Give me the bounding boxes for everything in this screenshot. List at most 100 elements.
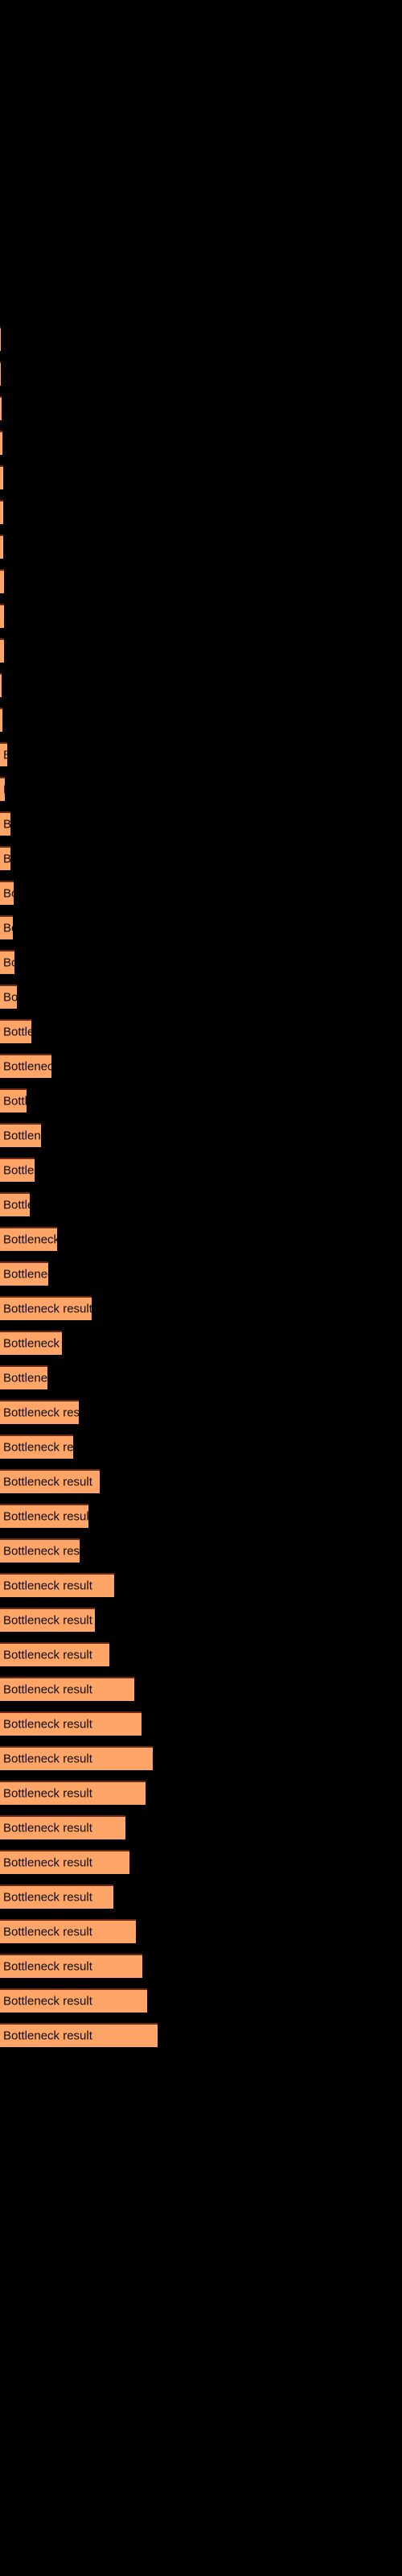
bar: Bottleneck result bbox=[0, 1365, 47, 1389]
bar-label: Bottleneck result bbox=[3, 1613, 92, 1628]
bar-label: Bottleneck result bbox=[3, 1302, 92, 1316]
bar-label: Bottleneck result bbox=[3, 1267, 48, 1282]
bar-label: Bottleneck result bbox=[3, 1371, 47, 1385]
bar-label: Bottleneck result bbox=[3, 819, 10, 831]
bar-row: Bottleneck result bbox=[0, 1435, 402, 1459]
bar: Bottleneck result bbox=[0, 638, 4, 663]
bar: Bottleneck result bbox=[0, 604, 4, 628]
bar-row: Bottleneck result bbox=[0, 1019, 402, 1043]
bar-label: Bottleneck result bbox=[3, 1890, 92, 1905]
bar-label: Bottleneck result bbox=[3, 1440, 73, 1455]
bar-row: Bottleneck result bbox=[0, 708, 402, 732]
bar: Bottleneck result bbox=[0, 1781, 146, 1805]
bar: Bottleneck result bbox=[0, 1573, 114, 1597]
bar-label: Bottleneck result bbox=[3, 611, 4, 623]
bar: Bottleneck result bbox=[0, 1988, 147, 2013]
bar: Bottleneck result bbox=[0, 535, 3, 559]
bar: Bottleneck result bbox=[0, 327, 1, 351]
bar: Bottleneck result bbox=[0, 742, 7, 766]
bar-row: Bottleneck result bbox=[0, 1746, 402, 1770]
bar-label: Bottleneck result bbox=[3, 1509, 88, 1524]
bar: Bottleneck result bbox=[0, 1123, 41, 1147]
bar-row: Bottleneck result bbox=[0, 985, 402, 1009]
bar-label: Bottleneck result bbox=[3, 990, 17, 1005]
bar-row: Bottleneck result bbox=[0, 881, 402, 905]
bar: Bottleneck result bbox=[0, 1642, 109, 1666]
bar-label: Bottleneck result bbox=[3, 886, 14, 901]
bar-label: Bottleneck result bbox=[3, 646, 4, 658]
bar: Bottleneck result bbox=[0, 1885, 113, 1909]
bar: Bottleneck result bbox=[0, 431, 2, 455]
bar-row: Bottleneck result bbox=[0, 1781, 402, 1805]
bar: Bottleneck result bbox=[0, 846, 10, 870]
bar-label: Bottleneck result bbox=[3, 1821, 92, 1835]
bar-label: Bottleneck result bbox=[3, 576, 4, 588]
bar: Bottleneck result bbox=[0, 1158, 35, 1182]
bar-row: Bottleneck result bbox=[0, 1573, 402, 1597]
bar-row: Bottleneck result bbox=[0, 1365, 402, 1389]
bar-label: Bottleneck result bbox=[3, 1856, 92, 1870]
bar: Bottleneck result bbox=[0, 1400, 79, 1424]
bar-row: Bottleneck result bbox=[0, 1296, 402, 1320]
bar-label: Bottleneck result bbox=[3, 853, 10, 865]
bar: Bottleneck result bbox=[0, 1538, 80, 1563]
bar: Bottleneck result bbox=[0, 1711, 142, 1736]
bar-row: Bottleneck result bbox=[0, 569, 402, 593]
bar-label: Bottleneck result bbox=[3, 1752, 92, 1766]
bar: Bottleneck result bbox=[0, 777, 5, 801]
bar: Bottleneck result bbox=[0, 1435, 73, 1459]
bar-row: Bottleneck result bbox=[0, 1711, 402, 1736]
bar-row: Bottleneck result bbox=[0, 327, 402, 351]
bar: Bottleneck result bbox=[0, 950, 14, 974]
bar: Bottleneck result bbox=[0, 1919, 136, 1943]
bar: Bottleneck result bbox=[0, 396, 2, 420]
bar-row: Bottleneck result bbox=[0, 1158, 402, 1182]
bar: Bottleneck result bbox=[0, 1192, 30, 1216]
bar: Bottleneck result bbox=[0, 2023, 158, 2047]
bar-row: Bottleneck result bbox=[0, 1088, 402, 1113]
bar: Bottleneck result bbox=[0, 1677, 134, 1701]
bar: Bottleneck result bbox=[0, 361, 1, 386]
bar-row: Bottleneck result bbox=[0, 1469, 402, 1493]
bar: Bottleneck result bbox=[0, 465, 3, 489]
bar: Bottleneck result bbox=[0, 1261, 48, 1286]
bar-row: Bottleneck result bbox=[0, 1885, 402, 1909]
bar: Bottleneck result bbox=[0, 1019, 31, 1043]
bar: Bottleneck result bbox=[0, 1954, 142, 1978]
bar-row: Bottleneck result bbox=[0, 1123, 402, 1147]
bar-row: Bottleneck result bbox=[0, 1608, 402, 1632]
bar-label: Bottleneck result bbox=[3, 1406, 79, 1420]
bar: Bottleneck result bbox=[0, 673, 2, 697]
bar-label: Bottleneck result bbox=[3, 1959, 92, 1974]
bar-row: Bottleneck result bbox=[0, 1954, 402, 1978]
bar-label: Bottleneck result bbox=[3, 1232, 57, 1247]
bar: Bottleneck result bbox=[0, 1227, 57, 1251]
bar: Bottleneck result bbox=[0, 1331, 62, 1355]
bar: Bottleneck result bbox=[0, 881, 14, 905]
bar-row: Bottleneck result bbox=[0, 396, 402, 420]
bar-row: Bottleneck result bbox=[0, 673, 402, 697]
bar: Bottleneck result bbox=[0, 708, 2, 732]
bar-label: Bottleneck result bbox=[3, 1994, 92, 2008]
bar: Bottleneck result bbox=[0, 1504, 88, 1528]
bar-row: Bottleneck result bbox=[0, 915, 402, 939]
bar-row: Bottleneck result bbox=[0, 1192, 402, 1216]
bar-label: Bottleneck result bbox=[3, 1544, 80, 1558]
bar-row: Bottleneck result bbox=[0, 777, 402, 801]
bar-row: Bottleneck result bbox=[0, 846, 402, 870]
bar-row: Bottleneck result bbox=[0, 1642, 402, 1666]
bar-row: Bottleneck result bbox=[0, 1054, 402, 1078]
bar-label: Bottleneck result bbox=[3, 1025, 31, 1039]
bar-label: Bottleneck result bbox=[3, 1682, 92, 1697]
bar-label: Bottleneck result bbox=[3, 1579, 92, 1593]
bar-row: Bottleneck result bbox=[0, 1227, 402, 1251]
bar-row: Bottleneck result bbox=[0, 535, 402, 559]
bar: Bottleneck result bbox=[0, 1746, 153, 1770]
horizontal-bar-chart: Bottleneck result Bottleneck result Bottle… bbox=[0, 0, 402, 2576]
bar-row: Bottleneck result bbox=[0, 1919, 402, 1943]
bar: Bottleneck result bbox=[0, 1815, 125, 1839]
bar-label: Bottleneck result bbox=[3, 749, 7, 762]
bar: Bottleneck result bbox=[0, 500, 3, 524]
bar-row: Bottleneck result bbox=[0, 1988, 402, 2013]
bar-label: Bottleneck result bbox=[3, 921, 13, 935]
